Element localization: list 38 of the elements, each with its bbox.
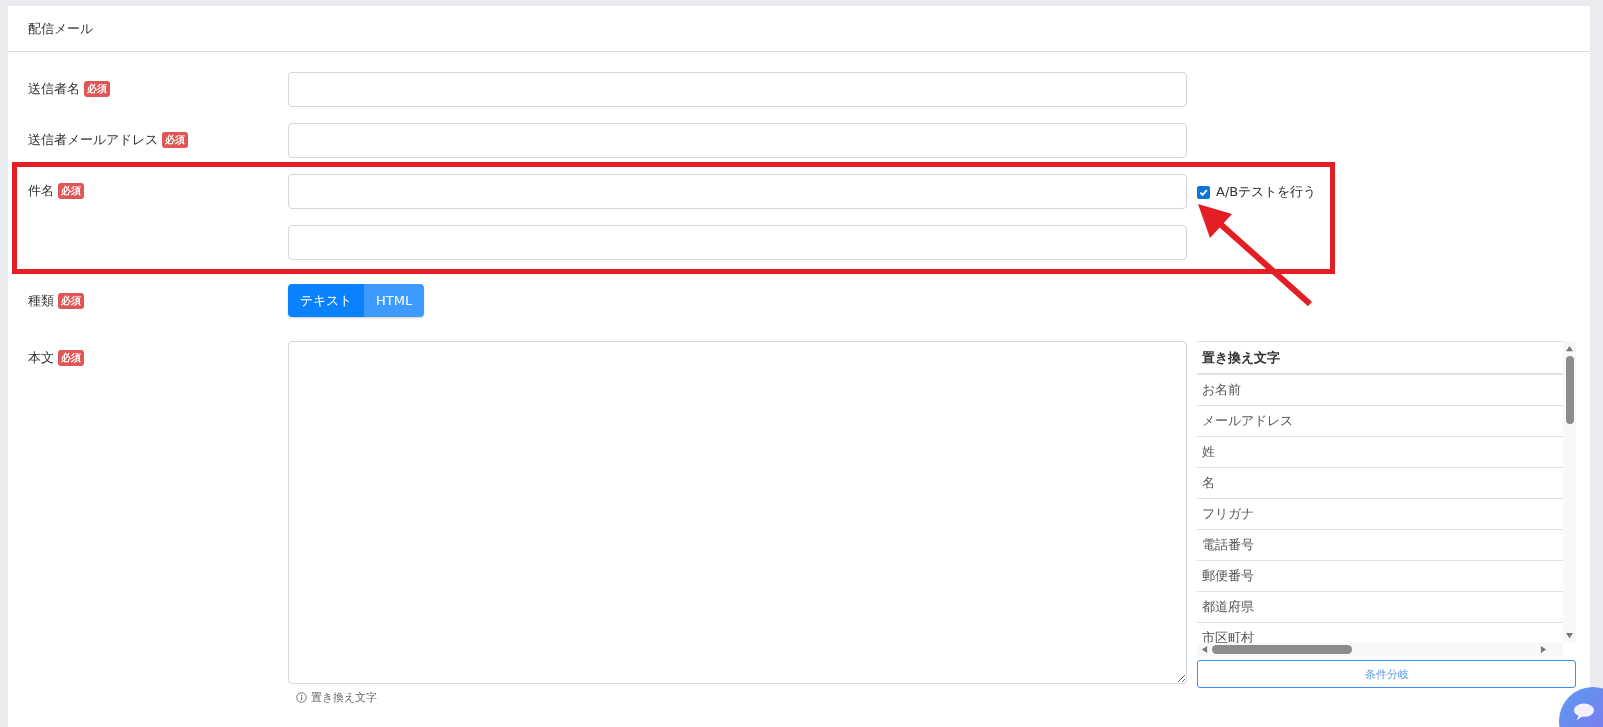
replacement-item[interactable]: 郵便番号 [1197,561,1563,592]
required-badge: 必須 [58,183,84,199]
required-badge: 必須 [162,132,188,148]
scroll-right-icon[interactable] [1540,645,1547,654]
replacement-item[interactable]: 電話番号 [1197,530,1563,561]
scroll-left-icon[interactable] [1201,645,1208,654]
checkbox[interactable] [1197,185,1210,199]
vertical-scrollbar[interactable] [1563,341,1576,643]
replacement-item[interactable]: 名 [1197,468,1563,499]
field-label: 送信者名 [28,80,80,98]
input-field[interactable] [288,72,1187,107]
scroll-down-icon[interactable] [1565,632,1574,639]
speech-bubble-icon [1571,701,1597,721]
replacement-item[interactable]: お名前 [1197,375,1563,406]
required-badge: 必須 [58,293,84,309]
horizontal-scrollbar[interactable] [1197,643,1563,656]
replacement-item[interactable]: 都道府県 [1197,592,1563,623]
field-label: 種類 [28,292,54,310]
replacement-item[interactable]: 姓 [1197,437,1563,468]
scrollbar-thumb[interactable] [1565,356,1574,424]
input-field[interactable] [288,123,1187,158]
required-badge: 必須 [58,350,84,366]
table-header: 置き換え文字 [1197,342,1563,375]
input-field[interactable] [288,225,1187,260]
input-field[interactable] [288,174,1187,209]
field-label: 送信者メールアドレス [28,131,158,149]
info-icon [296,692,307,703]
scrollbar-thumb[interactable] [1212,645,1352,654]
scroll-up-icon[interactable] [1565,345,1574,352]
card-title: 配信メール [28,19,93,38]
checkbox-label: A/Bテストを行う [1216,183,1317,201]
type-toggle-button[interactable]: テキスト [288,284,364,317]
replacement-item[interactable]: フリガナ [1197,499,1563,530]
replacement-item[interactable]: メールアドレス [1197,406,1563,437]
hint-text: 置き換え文字 [311,690,377,705]
field-label: 件名 [28,182,54,200]
required-badge: 必須 [84,81,110,97]
field-label: 本文 [28,349,54,367]
